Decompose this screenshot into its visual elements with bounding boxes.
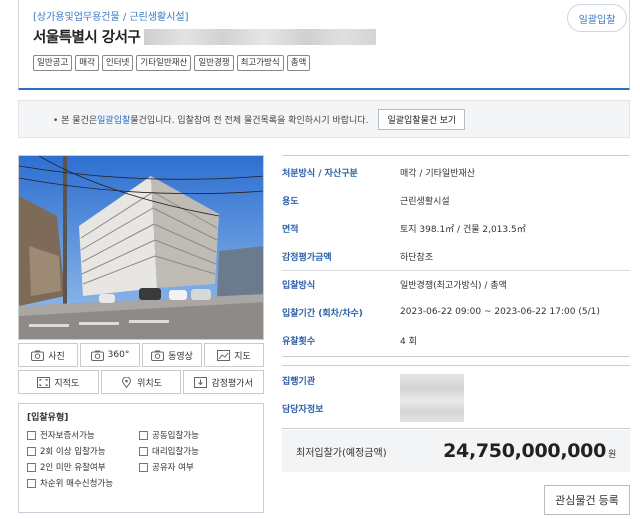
auction-type-label: 차순위 매수신청가능 bbox=[40, 479, 114, 489]
checkbox bbox=[27, 446, 36, 456]
info-row: 감정평가금액 하단참조 bbox=[282, 242, 630, 270]
tag: 인터넷 bbox=[101, 55, 134, 71]
cadastral-map-button-label: 지적도 bbox=[54, 378, 80, 389]
auction-type-item: 대리입찰가능 bbox=[139, 445, 251, 457]
view-bulk-items-button[interactable]: 일괄입찰물건 보기 bbox=[378, 108, 466, 130]
appraisal-report-button[interactable]: 감정평가서 bbox=[183, 370, 265, 394]
location-pin-icon bbox=[122, 376, 132, 388]
info-value: 일반경쟁(최고가방식) / 총액 bbox=[400, 281, 507, 291]
bulk-bid-badge: 일괄입찰 bbox=[567, 4, 627, 32]
info-row: 처분방식 / 자산구분 매각 / 기타일반재산 bbox=[282, 158, 630, 186]
auction-type-label: 전자보증서가능 bbox=[40, 431, 95, 441]
info-label: 처분방식 / 자산구분 bbox=[282, 168, 358, 179]
view360-button[interactable]: 360° bbox=[80, 343, 140, 367]
info-label: 유찰횟수 bbox=[282, 336, 316, 347]
info-value: 근린생활시설 bbox=[400, 196, 450, 207]
camera-icon bbox=[31, 350, 45, 361]
info-label: 면적 bbox=[282, 224, 299, 235]
auction-type-item: 공유자 여부 bbox=[139, 461, 251, 473]
agency-redacted bbox=[400, 374, 464, 422]
info-label: 감정평가금액 bbox=[282, 252, 332, 263]
camera-360-icon bbox=[90, 350, 104, 361]
auction-type-label: 공유자 여부 bbox=[152, 463, 194, 473]
map-button[interactable]: 지도 bbox=[204, 343, 264, 367]
add-watchlist-button[interactable]: 관심물건 등록 bbox=[544, 485, 630, 515]
auction-type-label: 공동입찰가능 bbox=[152, 431, 199, 441]
property-address: 서울특별시 강서구 bbox=[33, 30, 141, 46]
property-category: [상가용및업무용건물 / 근린생활시설] bbox=[33, 12, 189, 23]
info-label: 용도 bbox=[282, 196, 299, 207]
manager-label: 담당자정보 bbox=[282, 404, 324, 415]
minimum-bid-price: 최저입찰가(예정금액) 24,750,000,000 원 bbox=[282, 430, 630, 472]
location-map-button-label: 위치도 bbox=[137, 378, 162, 389]
checkbox bbox=[27, 430, 36, 440]
checkbox bbox=[139, 462, 148, 472]
building-photo-image bbox=[19, 156, 263, 339]
auction-type-item: 공동입찰가능 bbox=[139, 429, 251, 441]
auction-type-item: 차순위 매수신청가능 bbox=[27, 477, 139, 489]
info-row: 입찰방식 일반경쟁(최고가방식) / 총액 bbox=[282, 270, 630, 298]
info-value: 매각 / 기타일반재산 bbox=[400, 168, 475, 179]
auction-type-label: 2회 이상 입찰가능 bbox=[40, 447, 106, 457]
price-value-wrap: 24,750,000,000 원 bbox=[443, 440, 616, 462]
info-value: 4 회 bbox=[400, 336, 417, 347]
info-row: 면적 토지 398.1㎡ / 건물 2,013.5㎡ bbox=[282, 214, 630, 242]
photo-button[interactable]: 사진 bbox=[18, 343, 78, 367]
property-photo[interactable] bbox=[18, 155, 264, 340]
info-value: 하단참조 bbox=[400, 252, 434, 263]
map-button-label: 지도 bbox=[234, 351, 251, 362]
price-label: 최저입찰가(예정금액) bbox=[296, 447, 387, 459]
info-value: 2023-06-22 09:00 ~ 2023-06-22 17:00 (5/1… bbox=[400, 307, 600, 317]
address-row: 서울특별시 강서구 bbox=[33, 26, 377, 47]
auction-type-label: 대리입찰가능 bbox=[152, 447, 199, 457]
location-map-button[interactable]: 위치도 bbox=[100, 370, 182, 394]
checkbox bbox=[27, 478, 36, 488]
video-button[interactable]: 동영상 bbox=[142, 343, 202, 367]
auction-type-panel: [입찰유형] 전자보증서가능 공동입찰가능 2회 이상 입찰가능 대리입찰가능 … bbox=[18, 403, 264, 513]
agency-label: 집행기관 bbox=[282, 376, 316, 387]
notice-suffix: 물건입니다. 입찰참여 전 전체 물건목록을 확인하시기 바랍니다. bbox=[130, 115, 369, 126]
tag: 최고가방식 bbox=[236, 55, 284, 71]
map-icon bbox=[217, 349, 231, 361]
info-row: 용도 근린생활시설 bbox=[282, 186, 630, 214]
auction-type-label: 2인 미만 유찰여부 bbox=[40, 463, 106, 473]
info-label: 입찰기간 (회차/차수) bbox=[282, 308, 363, 319]
notice-highlight: 일괄입찰 bbox=[97, 115, 131, 126]
notice-prefix: • 본 물건은 bbox=[53, 115, 98, 126]
photo-button-label: 사진 bbox=[48, 351, 65, 362]
address-redacted bbox=[144, 28, 377, 45]
tag-list: 일반공고 매각 인터넷 기타일반재산 일반경쟁 최고가방식 총액 bbox=[33, 55, 311, 71]
auction-type-item: 전자보증서가능 bbox=[27, 429, 139, 441]
cadastral-map-button[interactable]: 지적도 bbox=[18, 370, 99, 394]
property-info-table: 처분방식 / 자산구분 매각 / 기타일반재산 용도 근린생활시설 면적 토지 398… bbox=[282, 155, 630, 429]
info-row: 입찰기간 (회차/차수) 2023-06-22 09:00 ~ 2023-06-2… bbox=[282, 298, 630, 326]
info-value: 토지 398.1㎡ / 건물 2,013.5㎡ bbox=[400, 224, 526, 235]
appraisal-report-button-label: 감정평가서 bbox=[211, 378, 253, 389]
view360-button-label: 360° bbox=[107, 350, 130, 360]
auction-type-title: [입찰유형] bbox=[27, 413, 69, 423]
auction-type-item: 2인 미만 유찰여부 bbox=[27, 461, 139, 473]
checkbox bbox=[139, 446, 148, 456]
tag: 일반공고 bbox=[33, 55, 73, 71]
video-camera-icon bbox=[151, 350, 165, 361]
checkbox bbox=[27, 462, 36, 472]
auction-type-item: 2회 이상 입찰가능 bbox=[27, 445, 139, 457]
bulk-notice: • 본 물건은 일괄입찰 물건입니다. 입찰참여 전 전체 물건목록을 확인하시… bbox=[18, 100, 630, 138]
info-row: 유찰횟수 4 회 bbox=[282, 326, 630, 354]
checkbox bbox=[139, 430, 148, 440]
tag: 기타일반재산 bbox=[136, 55, 192, 71]
info-label: 입찰방식 bbox=[282, 281, 316, 291]
price-unit: 원 bbox=[608, 450, 616, 460]
expand-icon bbox=[37, 376, 51, 388]
agency-info: 집행기관 담당자정보 bbox=[282, 365, 630, 429]
download-icon bbox=[194, 376, 208, 388]
video-button-label: 동영상 bbox=[168, 351, 193, 362]
tag: 일반경쟁 bbox=[194, 55, 234, 71]
tag: 매각 bbox=[75, 55, 99, 71]
tag: 총액 bbox=[286, 55, 311, 71]
property-header: [상가용및업무용건물 / 근린생활시설] 서울특별시 강서구 일반공고 매각 인… bbox=[18, 0, 630, 90]
media-buttons: 사진 360° 동영상 지도 지적도 위치도 감정평가서 bbox=[18, 343, 265, 397]
price-value: 24,750,000,000 bbox=[443, 440, 607, 462]
